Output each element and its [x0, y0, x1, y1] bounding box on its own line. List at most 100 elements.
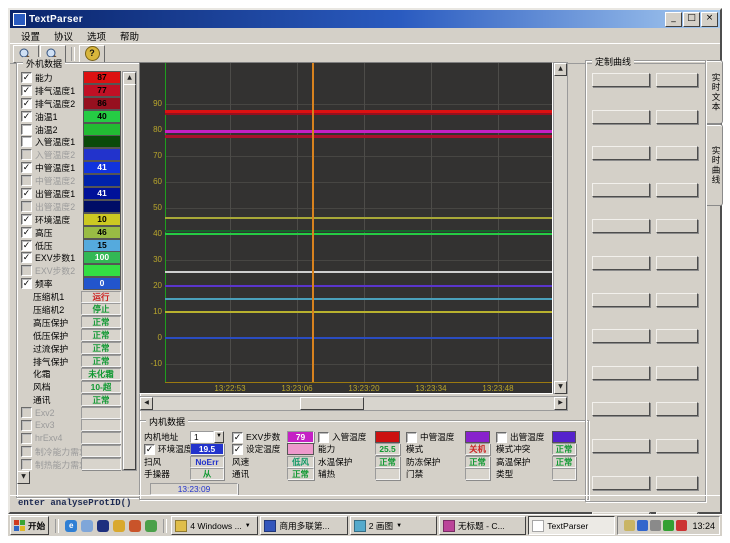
menu-item-2[interactable]: 选项: [80, 28, 113, 44]
taskbar-word-doc[interactable]: 商用多联第...: [260, 516, 347, 535]
curve-slot-button[interactable]: [592, 439, 650, 453]
close-button[interactable]: ×: [701, 12, 718, 27]
outdoor-panel-scrollbar[interactable]: ▲: [122, 71, 137, 471]
indoor-address-dropdown[interactable]: 1▼: [190, 431, 224, 443]
curve-slot-value[interactable]: [656, 146, 698, 160]
time-cursor-line[interactable]: [312, 63, 314, 382]
checkbox[interactable]: [21, 149, 32, 160]
ie-icon[interactable]: e: [65, 520, 77, 532]
antivirus-icon[interactable]: [663, 520, 674, 531]
checkbox[interactable]: ✓: [144, 444, 155, 455]
checkbox[interactable]: ✓: [21, 252, 32, 263]
curve-slot-button[interactable]: [592, 183, 650, 197]
checkbox[interactable]: [21, 446, 32, 457]
curve-slot-button[interactable]: [592, 146, 650, 160]
curve-slot-button[interactable]: [592, 366, 650, 380]
menu-item-1[interactable]: 协议: [47, 28, 80, 44]
chart-scroll-right-icon[interactable]: ▶: [554, 397, 567, 410]
checkbox[interactable]: [21, 459, 32, 470]
checkbox[interactable]: ✓: [21, 278, 32, 289]
checkbox[interactable]: ✓: [21, 240, 32, 251]
curve-slot-value[interactable]: [656, 366, 698, 380]
checkbox[interactable]: [406, 432, 417, 443]
checkbox[interactable]: [21, 201, 32, 212]
volume-icon[interactable]: [650, 520, 661, 531]
chevron-down-icon[interactable]: ▼: [396, 523, 402, 529]
explorer-icon[interactable]: [145, 520, 157, 532]
scrollbar-thumb[interactable]: [123, 84, 136, 470]
curve-slot-button[interactable]: [592, 73, 650, 87]
scroll-down-icon[interactable]: ▼: [17, 471, 30, 484]
checkbox[interactable]: [496, 432, 507, 443]
taskbar-group-windows[interactable]: 4 Windows ...▼: [171, 516, 258, 535]
checkbox[interactable]: ✓: [232, 432, 243, 443]
checkbox[interactable]: [21, 433, 32, 444]
chart-plot-area[interactable]: 9080706050403020100-1013:22:5313:23:0613…: [139, 62, 553, 394]
curve-slot-value[interactable]: [656, 219, 698, 233]
curve-slot-button[interactable]: [592, 110, 650, 124]
outlook-icon[interactable]: [113, 520, 125, 532]
taskbar-untitled-doc[interactable]: 无标题 - C...: [439, 516, 526, 535]
media-player-icon[interactable]: [97, 520, 109, 532]
curve-slot-value[interactable]: [656, 110, 698, 124]
messenger-icon[interactable]: [637, 520, 648, 531]
checkbox[interactable]: [21, 175, 32, 186]
checkbox[interactable]: [21, 265, 32, 276]
chart-scroll-left-icon[interactable]: ◀: [140, 397, 153, 410]
chevron-down-icon[interactable]: ▼: [214, 431, 224, 443]
checkbox[interactable]: ✓: [21, 227, 32, 238]
chart-scroll-up-icon[interactable]: ▲: [554, 63, 567, 76]
curve-slot-value[interactable]: [656, 256, 698, 270]
titlebar: TextParser _ □ ×: [10, 10, 720, 28]
chevron-down-icon[interactable]: ▼: [245, 523, 251, 529]
minimize-button[interactable]: _: [665, 12, 682, 27]
chart-scroll-down-icon[interactable]: ▼: [554, 381, 567, 394]
checkbox[interactable]: ✓: [21, 111, 32, 122]
side-tab-0[interactable]: 实时文本: [707, 60, 723, 124]
checkbox[interactable]: [21, 124, 32, 135]
checkbox[interactable]: ✓: [232, 444, 243, 455]
chart-hscroll-thumb[interactable]: [300, 397, 364, 410]
x-tick-label: 13:22:53: [214, 384, 245, 393]
curve-slot-value[interactable]: [656, 183, 698, 197]
indoor-value-row: [465, 431, 490, 443]
curve-slot-value[interactable]: [656, 73, 698, 87]
checkbox[interactable]: ✓: [21, 72, 32, 83]
curve-slot-button[interactable]: [592, 256, 650, 270]
menu-item-0[interactable]: 设置: [14, 28, 47, 44]
help-button[interactable]: ?: [79, 45, 105, 63]
curve-slot-button[interactable]: [592, 402, 650, 416]
checkbox[interactable]: ✓: [21, 98, 32, 109]
side-tab-1[interactable]: 实时曲线: [707, 124, 723, 206]
chart-horizontal-scrollbar[interactable]: ◀ ▶: [139, 396, 568, 411]
status-value-box: 运行: [81, 291, 121, 303]
curve-slot-button[interactable]: [592, 293, 650, 307]
chart-vertical-scrollbar[interactable]: ▲ ▼: [553, 62, 568, 394]
curve-slot-value[interactable]: [656, 476, 698, 490]
curve-slot-button[interactable]: [592, 476, 650, 490]
checkbox[interactable]: [318, 432, 329, 443]
security-icon[interactable]: [129, 520, 141, 532]
menu-item-3[interactable]: 帮助: [113, 28, 146, 44]
curve-slot-button[interactable]: [592, 329, 650, 343]
checkbox[interactable]: ✓: [21, 85, 32, 96]
curve-slot-value[interactable]: [656, 402, 698, 416]
curve-slot-value[interactable]: [656, 329, 698, 343]
checkbox[interactable]: [21, 407, 32, 418]
taskbar-textparser[interactable]: TextParser: [528, 516, 615, 535]
download-manager-icon[interactable]: [676, 520, 687, 531]
checkbox[interactable]: ✓: [21, 214, 32, 225]
start-button[interactable]: 开始: [10, 516, 49, 535]
checkbox[interactable]: ✓: [21, 162, 32, 173]
curve-slot-button[interactable]: [592, 219, 650, 233]
show-desktop-icon[interactable]: [81, 520, 93, 532]
checkbox[interactable]: [21, 420, 32, 431]
restore-button[interactable]: □: [683, 12, 700, 27]
checkbox[interactable]: ✓: [21, 188, 32, 199]
curve-slot-value[interactable]: [656, 439, 698, 453]
status-row: 过流保护正常: [21, 342, 121, 355]
language-indicator-icon[interactable]: [624, 520, 635, 531]
checkbox[interactable]: [21, 136, 32, 147]
curve-slot-value[interactable]: [656, 293, 698, 307]
taskbar-group-paint[interactable]: 2 画图▼: [350, 516, 437, 535]
